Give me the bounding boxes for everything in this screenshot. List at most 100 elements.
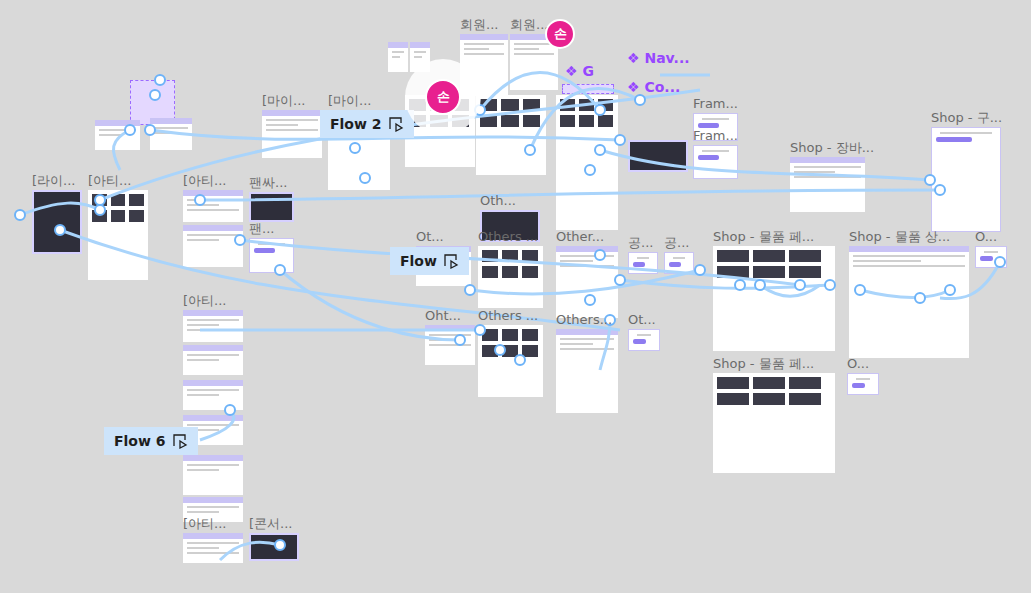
frame-label[interactable]: [마이... <box>262 93 305 108</box>
frame[interactable] <box>790 157 865 212</box>
frame-label[interactable]: [라이... <box>32 173 75 188</box>
frame-label[interactable]: [아티... <box>88 173 131 188</box>
frame[interactable] <box>183 380 243 410</box>
frame-label[interactable]: Shop - 장바... <box>790 140 874 155</box>
connection-dot[interactable] <box>695 265 705 275</box>
frame[interactable] <box>478 246 543 308</box>
frame[interactable] <box>556 246 618 318</box>
connection-dot[interactable] <box>95 195 105 205</box>
connection-dot[interactable] <box>235 235 245 245</box>
connection-dot[interactable] <box>455 335 465 345</box>
connection-dot[interactable] <box>145 125 155 135</box>
flow-badge[interactable]: Flow 6 <box>104 427 198 455</box>
user-avatar[interactable]: 손 <box>545 19 575 49</box>
frame-label[interactable]: Oht... <box>425 308 461 323</box>
frame[interactable] <box>713 246 835 351</box>
connection-dot[interactable] <box>615 135 625 145</box>
connection-dot[interactable] <box>360 173 370 183</box>
flow-badge[interactable]: Flow <box>390 247 469 275</box>
connection-dot[interactable] <box>495 345 505 355</box>
flow-badge[interactable]: Flow 2 <box>320 110 414 138</box>
frame-label[interactable]: [아티... <box>183 173 226 188</box>
connection-dot[interactable] <box>755 280 765 290</box>
frame-label[interactable]: Shop - 물품 페... <box>713 229 814 244</box>
frame[interactable] <box>183 345 243 375</box>
frame-label[interactable]: Shop - 물품 페... <box>713 356 814 371</box>
connection-dot[interactable] <box>465 285 475 295</box>
connection-dot[interactable] <box>995 257 1005 267</box>
user-avatar[interactable]: 손 <box>425 79 461 115</box>
frame[interactable] <box>713 373 835 473</box>
frame-label[interactable]: 팬싸... <box>249 175 287 190</box>
connection-dot[interactable] <box>735 280 745 290</box>
connection-dot[interactable] <box>515 355 525 365</box>
frame[interactable] <box>183 310 243 342</box>
connection-dot[interactable] <box>350 143 360 153</box>
frame[interactable] <box>628 329 660 351</box>
frame-label[interactable]: Shop - 구... <box>931 110 1002 125</box>
connection-dot[interactable] <box>55 225 65 235</box>
frame-label[interactable]: 회원... <box>510 17 548 32</box>
connection-dot[interactable] <box>945 285 955 295</box>
frame[interactable] <box>183 225 243 267</box>
frame-label[interactable]: Other... <box>556 229 604 244</box>
frame[interactable] <box>849 246 969 358</box>
connection-dot[interactable] <box>125 125 135 135</box>
connection-dot[interactable] <box>95 205 105 215</box>
frame-label[interactable]: O... <box>847 356 869 371</box>
connection-dot[interactable] <box>225 405 235 415</box>
connection-dot[interactable] <box>915 293 925 303</box>
frame-label[interactable]: Ot... <box>416 229 444 244</box>
frame[interactable] <box>249 192 294 222</box>
connection-dot[interactable] <box>825 280 835 290</box>
frame[interactable] <box>847 373 879 395</box>
frame-label[interactable]: Oth... <box>480 193 516 208</box>
frame-label[interactable]: 공... <box>628 235 653 250</box>
frame-label[interactable]: 회원... <box>460 17 498 32</box>
connection-dot[interactable] <box>155 75 165 85</box>
frame[interactable] <box>262 110 322 158</box>
component-label[interactable]: ❖ G <box>565 63 594 79</box>
frame-label[interactable]: [아티... <box>183 516 226 531</box>
frame[interactable] <box>478 325 543 397</box>
frame[interactable] <box>183 190 243 222</box>
connection-dot[interactable] <box>585 295 595 305</box>
connection-dot[interactable] <box>275 265 285 275</box>
component-label[interactable]: ❖ Co... <box>627 79 680 95</box>
connection-dot[interactable] <box>595 250 605 260</box>
connection-dot[interactable] <box>795 280 805 290</box>
connection-dot[interactable] <box>15 210 25 220</box>
connection-dot[interactable] <box>855 285 865 295</box>
frame[interactable] <box>556 95 618 230</box>
frame[interactable] <box>249 533 299 561</box>
connection-dot[interactable] <box>585 165 595 175</box>
connection-dot[interactable] <box>475 325 485 335</box>
frame-label[interactable]: Others ... <box>478 308 538 323</box>
frame[interactable] <box>693 145 738 179</box>
connection-dot[interactable] <box>925 175 935 185</box>
connection-dot[interactable] <box>275 540 285 550</box>
frame[interactable] <box>183 455 243 495</box>
frame[interactable] <box>32 190 82 254</box>
frame[interactable] <box>388 42 408 72</box>
connection-dot[interactable] <box>525 145 535 155</box>
connection-dot[interactable] <box>935 185 945 195</box>
frame-label[interactable]: [마이... <box>328 93 371 108</box>
frame-label[interactable]: Others ... <box>478 229 538 244</box>
connection-dot[interactable] <box>635 95 645 105</box>
component-label[interactable]: ❖ Nav... <box>627 50 690 66</box>
connection-dot[interactable] <box>615 275 625 285</box>
frame-label[interactable]: 팬... <box>249 221 274 236</box>
frame-label[interactable]: O... <box>975 229 997 244</box>
frame-label[interactable]: Shop - 물품 상... <box>849 229 950 244</box>
connection-dot[interactable] <box>150 90 160 100</box>
frame-label[interactable]: Ot... <box>628 312 656 327</box>
figma-canvas[interactable]: 회원... 회원... [마이... [마이... [라이... [아티... [아티...… <box>0 0 1031 593</box>
frame-label[interactable]: [아티... <box>183 293 226 308</box>
frame-label[interactable]: Fram... <box>693 128 738 143</box>
frame-label[interactable]: 공... <box>664 235 689 250</box>
frame-label[interactable]: Fram... <box>693 96 738 111</box>
frame-label[interactable]: [콘서... <box>249 516 292 531</box>
connection-dot[interactable] <box>195 195 205 205</box>
connection-dot[interactable] <box>595 105 605 115</box>
